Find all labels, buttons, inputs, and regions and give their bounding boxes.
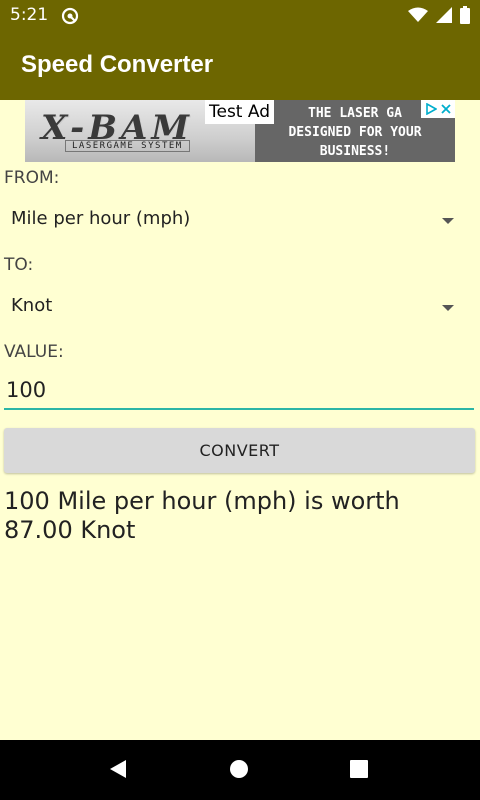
close-icon[interactable] xyxy=(440,103,452,115)
test-ad-label: Test Ad xyxy=(205,100,275,124)
from-unit-value: Mile per hour (mph) xyxy=(11,208,191,229)
ad-choices-icon[interactable] xyxy=(425,103,437,115)
status-time: 5:21 xyxy=(10,5,49,25)
recents-icon[interactable] xyxy=(348,758,370,780)
to-unit-dropdown[interactable]: Knot xyxy=(0,279,480,335)
sync-icon xyxy=(61,7,79,25)
wifi-icon xyxy=(408,7,428,22)
dropdown-arrow-icon xyxy=(442,305,454,311)
home-icon[interactable] xyxy=(228,758,250,780)
status-icons xyxy=(408,6,470,24)
ad-logo-subtext: LASERGAME SYSTEM xyxy=(65,140,190,152)
ad-choices[interactable] xyxy=(421,100,455,118)
value-input[interactable] xyxy=(4,372,474,410)
app-title: Speed Converter xyxy=(21,51,214,78)
status-bar: 5:21 xyxy=(0,0,480,32)
battery-icon xyxy=(460,6,470,24)
back-icon[interactable] xyxy=(107,758,129,780)
ad-headline-line: BUSINESS! xyxy=(319,144,391,159)
ad-banner[interactable]: X-BAM LASERGAME SYSTEM THE LASER GA DESI… xyxy=(25,100,455,162)
to-label: TO: xyxy=(4,255,34,275)
navigation-bar xyxy=(0,740,480,800)
from-label: FROM: xyxy=(4,168,60,188)
signal-icon xyxy=(436,7,452,23)
from-unit-dropdown[interactable]: Mile per hour (mph) xyxy=(0,192,480,248)
dropdown-arrow-icon xyxy=(442,218,454,224)
ad-headline-line: DESIGNED FOR YOUR xyxy=(288,125,422,140)
value-label: VALUE: xyxy=(4,342,64,362)
result-text: 100 Mile per hour (mph) is worth 87.00 K… xyxy=(4,487,400,544)
convert-button[interactable]: CONVERT xyxy=(4,428,475,473)
to-unit-value: Knot xyxy=(11,295,53,316)
app-bar: Speed Converter xyxy=(0,32,480,100)
